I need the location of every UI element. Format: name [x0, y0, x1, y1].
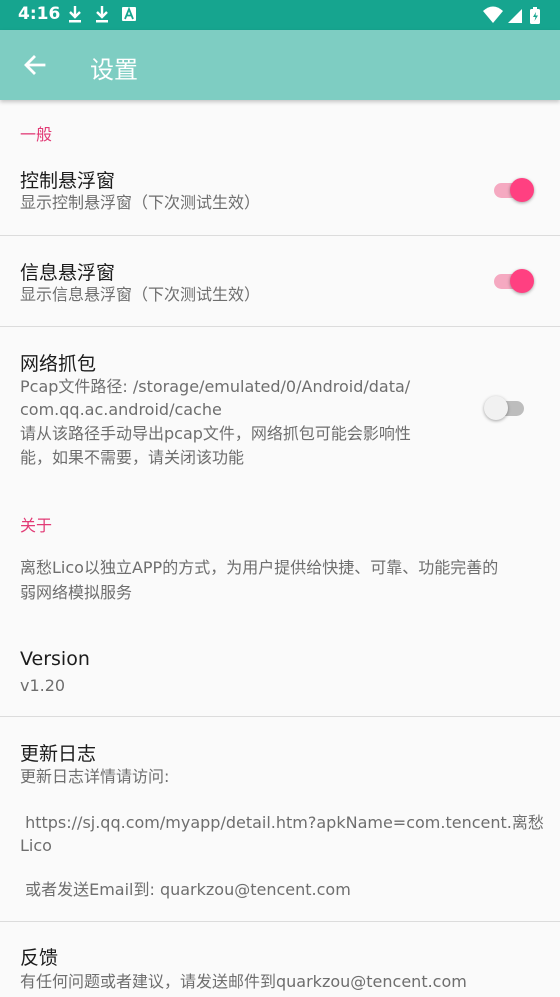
download-icon [96, 6, 108, 23]
a-letter-icon [122, 6, 136, 21]
description-line: 弱网络模拟服务 [20, 583, 133, 602]
info-float-switch[interactable] [490, 266, 538, 296]
pref-title: Version [20, 648, 90, 670]
changelog-email: 或者发送Email到: quarkzou@tencent.com [20, 880, 351, 899]
category-general: 一般 [20, 125, 53, 144]
switch-thumb [484, 396, 508, 420]
packet-capture-switch[interactable] [484, 393, 532, 423]
app-bar: 设置 [0, 30, 560, 100]
divider [0, 235, 560, 236]
page-title: 设置 [90, 56, 138, 84]
version-value: v1.20 [20, 676, 66, 695]
switch-thumb [510, 178, 534, 202]
changelog-line: Lico [20, 836, 52, 855]
pref-summary: 显示控制悬浮窗（下次测试生效） [20, 193, 261, 212]
pref-title: 信息悬浮窗 [20, 262, 116, 284]
pref-summary: 显示信息悬浮窗（下次测试生效） [20, 285, 261, 304]
control-float-switch[interactable] [490, 175, 538, 205]
battery-icon [530, 7, 540, 24]
signal-icon [508, 9, 522, 23]
pref-title: 控制悬浮窗 [20, 170, 116, 192]
pref-summary-line: 请从该路径手动导出pcap文件，网络抓包可能会影响性 [20, 424, 411, 443]
status-time: 4:16 [18, 4, 61, 24]
back-arrow-icon[interactable] [22, 52, 48, 78]
pref-title: 网络抓包 [20, 353, 97, 375]
wifi-icon [483, 6, 503, 23]
changelog-line: 更新日志详情请访问: [20, 767, 170, 786]
system-icons [483, 6, 540, 24]
pref-summary: 有任何问题或者建议，请发送邮件到quarkzou@tencent.com [20, 972, 467, 991]
divider [0, 326, 560, 327]
pref-summary-line: com.qq.ac.android/cache [20, 400, 222, 419]
pref-title: 更新日志 [20, 743, 97, 765]
download-icon [69, 6, 81, 23]
changelog-link: https://sj.qq.com/myapp/detail.htm?apkNa… [20, 813, 544, 832]
pref-title: 反馈 [20, 947, 59, 969]
divider [0, 921, 560, 922]
category-about: 关于 [20, 516, 53, 535]
divider [0, 716, 560, 717]
description-line: 离愁Lico以独立APP的方式，为用户提供给快捷、可靠、功能完善的 [20, 558, 499, 577]
status-bar: 4:16 [0, 0, 560, 30]
pref-summary-line: 能，如果不需要，请关闭该功能 [20, 448, 245, 467]
switch-thumb [510, 269, 534, 293]
pref-summary-line: Pcap文件路径: /storage/emulated/0/Android/da… [20, 377, 411, 396]
